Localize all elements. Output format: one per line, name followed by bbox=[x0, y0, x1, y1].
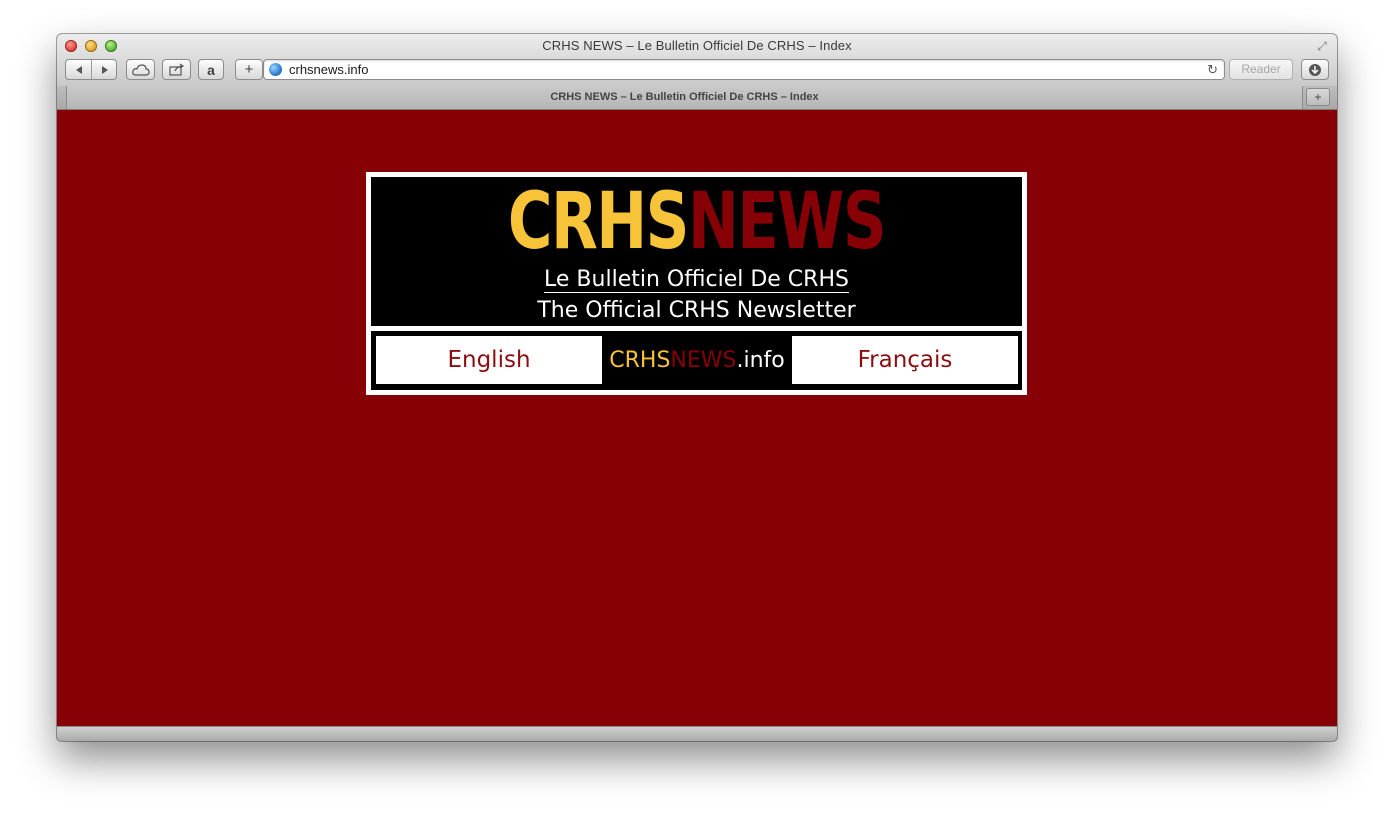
logo-crhs: CRHS bbox=[507, 177, 690, 267]
title-bar: CRHS NEWS – Le Bulletin Officiel De CRHS… bbox=[57, 34, 1337, 87]
browser-window: CRHS NEWS – Le Bulletin Officiel De CRHS… bbox=[57, 34, 1337, 741]
english-link[interactable]: English bbox=[376, 336, 602, 384]
tab-crhs-news[interactable]: CRHS NEWS – Le Bulletin Officiel De CRHS… bbox=[66, 86, 1303, 109]
site-banner: CRHSNEWS Le Bulletin Officiel De CRHS Th… bbox=[366, 172, 1027, 395]
cloud-icon bbox=[131, 63, 150, 76]
amazon-icon: a bbox=[207, 61, 215, 78]
site-logo: CRHSNEWS bbox=[443, 175, 951, 269]
icloud-tabs-button[interactable] bbox=[126, 59, 155, 80]
url-text[interactable]: crhsnews.info bbox=[289, 62, 368, 77]
banner-header: CRHSNEWS Le Bulletin Officiel De CRHS Th… bbox=[371, 177, 1022, 326]
back-button[interactable] bbox=[66, 60, 91, 79]
status-bar bbox=[57, 726, 1337, 741]
subtitle-english: The Official CRHS Newsletter bbox=[537, 298, 856, 323]
subtitle-french-text: Le Bulletin Officiel De CRHS bbox=[544, 267, 849, 293]
center-news: NEWS bbox=[670, 347, 737, 373]
globe-icon bbox=[269, 63, 282, 76]
share-button[interactable] bbox=[162, 59, 191, 80]
forward-arrow-icon bbox=[101, 65, 108, 74]
window-title: CRHS NEWS – Le Bulletin Officiel De CRHS… bbox=[542, 38, 852, 53]
plus-icon: + bbox=[244, 61, 254, 78]
center-site-name: CRHS NEWS .info bbox=[602, 336, 792, 384]
share-icon bbox=[168, 63, 184, 76]
reload-icon[interactable]: ↻ bbox=[1207, 62, 1218, 78]
page-content: CRHSNEWS Le Bulletin Officiel De CRHS Th… bbox=[57, 110, 1337, 726]
fullscreen-icon[interactable]: ⤢ bbox=[1315, 39, 1329, 53]
logo-news: NEWS bbox=[687, 177, 887, 267]
new-tab-button[interactable]: + bbox=[1306, 88, 1330, 106]
language-nav: English CRHS NEWS .info Français bbox=[371, 331, 1022, 390]
reader-button[interactable]: Reader bbox=[1229, 59, 1293, 80]
center-info: .info bbox=[736, 347, 785, 373]
center-crhs: CRHS bbox=[609, 347, 671, 373]
download-icon bbox=[1309, 63, 1321, 76]
back-forward-buttons bbox=[65, 59, 117, 80]
francais-link[interactable]: Français bbox=[792, 336, 1018, 384]
tab-bar: CRHS NEWS – Le Bulletin Officiel De CRHS… bbox=[57, 86, 1337, 110]
amazon-bookmark-button[interactable]: a bbox=[198, 59, 224, 80]
add-bookmark-button[interactable]: + bbox=[235, 59, 263, 80]
address-bar[interactable]: crhsnews.info ↻ bbox=[263, 59, 1225, 80]
downloads-button[interactable] bbox=[1301, 59, 1329, 80]
subtitle-french: Le Bulletin Officiel De CRHS bbox=[371, 267, 1022, 293]
back-arrow-icon bbox=[75, 65, 82, 74]
forward-button[interactable] bbox=[92, 60, 117, 79]
